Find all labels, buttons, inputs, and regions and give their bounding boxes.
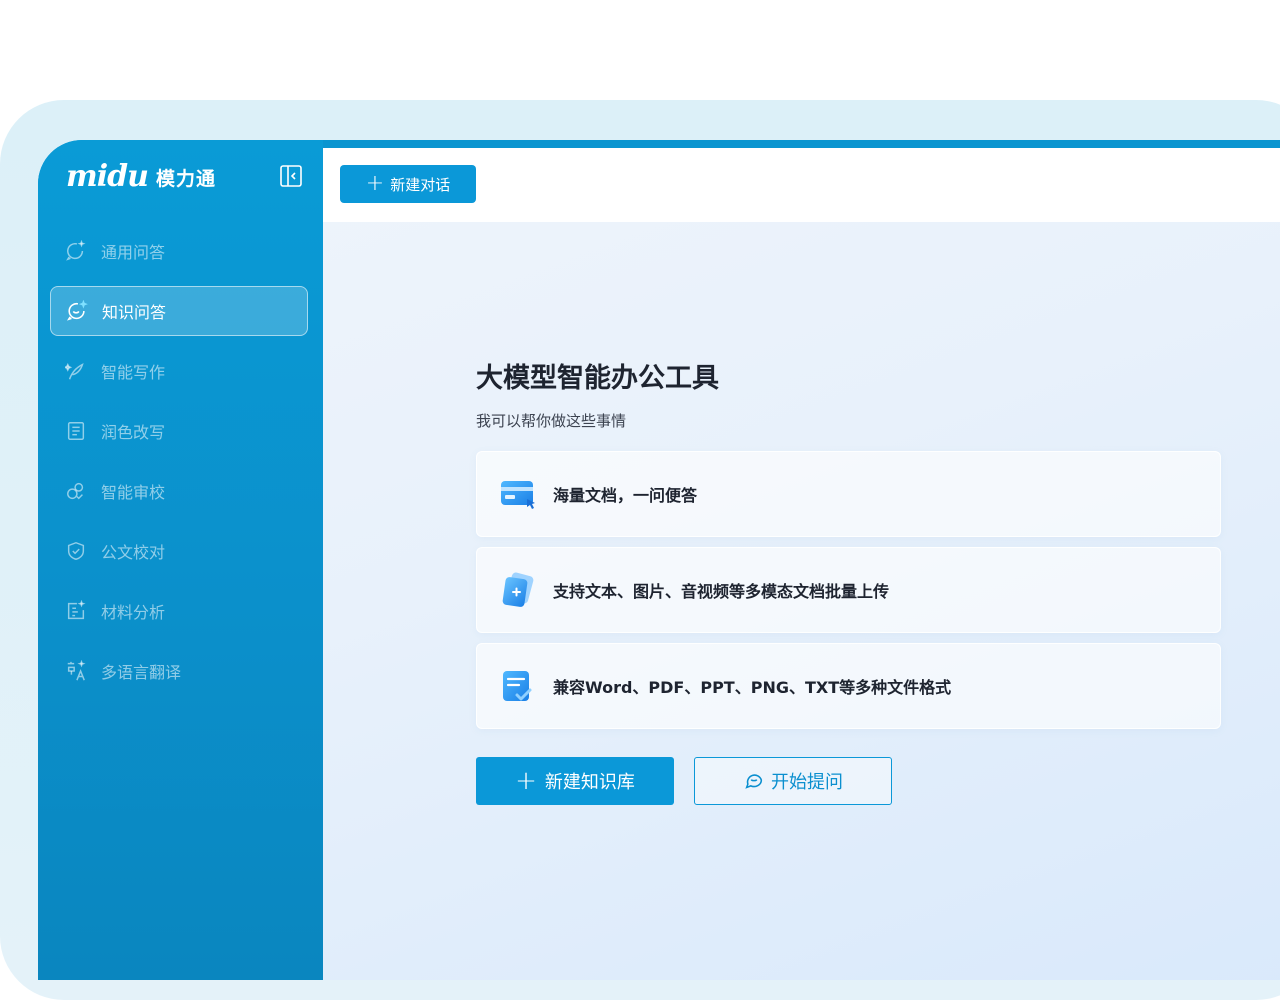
logo: midu 模力通 [66,162,216,192]
collapse-sidebar-icon[interactable] [279,164,303,188]
sidebar-item-label: 智能写作 [101,363,166,382]
feature-card: 海量文档，一问便答 [476,451,1221,537]
new-knowledge-base-button[interactable]: + 新建知识库 [476,757,674,805]
main-panel: + 新建对话 大模型智能办公工具 我可以帮你做这些事情 海量文档，一问便答 支持… [323,148,1280,980]
analysis-icon [65,600,87,622]
top-toolbar: + 新建对话 [323,148,1280,222]
sidebar-item-translation[interactable]: 多语言翻译 [50,646,308,696]
translate-icon [65,660,87,682]
new-knowledge-base-label: 新建知识库 [544,772,635,793]
sidebar-item-label: 知识问答 [102,303,167,322]
page-title: 大模型智能办公工具 [476,363,719,394]
feature-card: 支持文本、图片、音视频等多模态文档批量上传 [476,547,1221,633]
feature-card: 兼容Word、PDF、PPT、PNG、TXT等多种文件格式 [476,643,1221,729]
feature-text: 支持文本、图片、音视频等多模态文档批量上传 [553,582,890,601]
sidebar-item-label: 润色改写 [101,423,166,442]
sidebar-nav: 通用问答 知识问答 智能写作 润色改写 智能审校 公文校对 材料分析 多语言翻译 [50,226,308,706]
start-asking-label: 开始提问 [771,772,843,793]
sidebar-item-label: 通用问答 [101,243,166,262]
sidebar-item-label: 多语言翻译 [101,663,182,682]
new-chat-button[interactable]: + 新建对话 [340,165,476,203]
sidebar-item-polish-rewrite[interactable]: 润色改写 [50,406,308,456]
sidebar-item-material-analysis[interactable]: 材料分析 [50,586,308,636]
feature-text: 海量文档，一问便答 [553,486,698,505]
chat-bubble-icon [745,774,763,789]
shapes-check-icon [65,480,87,502]
quill-icon [65,360,87,382]
logo-name: 模力通 [155,167,216,190]
start-asking-button[interactable]: 开始提问 [694,757,892,805]
upload-doc-icon [499,571,537,609]
sidebar-item-document-proofread[interactable]: 公文校对 [50,526,308,576]
sidebar-item-label: 材料分析 [101,603,166,622]
sidebar-item-label: 公文校对 [101,543,166,562]
app-window: midu 模力通 通用问答 知识问答 智能写作 润色改写 智能审校 公文校对 材… [38,140,1280,980]
sidebar-item-general-qa[interactable]: 通用问答 [50,226,308,276]
shield-check-icon [65,540,87,562]
smile-chat-icon [66,300,88,322]
sidebar: midu 模力通 通用问答 知识问答 智能写作 润色改写 智能审校 公文校对 材… [38,140,323,980]
top-edge [323,140,1280,148]
chat-sparkle-icon [65,240,87,262]
card-cursor-icon [499,475,537,513]
sidebar-item-label: 智能审校 [101,483,166,502]
new-chat-label: 新建对话 [390,175,451,194]
page-subtitle: 我可以帮你做这些事情 [476,412,627,430]
sidebar-item-smart-review[interactable]: 智能审校 [50,466,308,516]
sidebar-item-knowledge-qa[interactable]: 知识问答 [50,286,308,336]
plus-icon: + [365,171,385,196]
sidebar-item-smart-writing[interactable]: 智能写作 [50,346,308,396]
feature-text: 兼容Word、PDF、PPT、PNG、TXT等多种文件格式 [553,678,952,697]
document-icon [65,420,87,442]
plus-icon: + [515,766,537,796]
file-format-icon [499,667,537,705]
logo-mark: midu [66,159,149,194]
